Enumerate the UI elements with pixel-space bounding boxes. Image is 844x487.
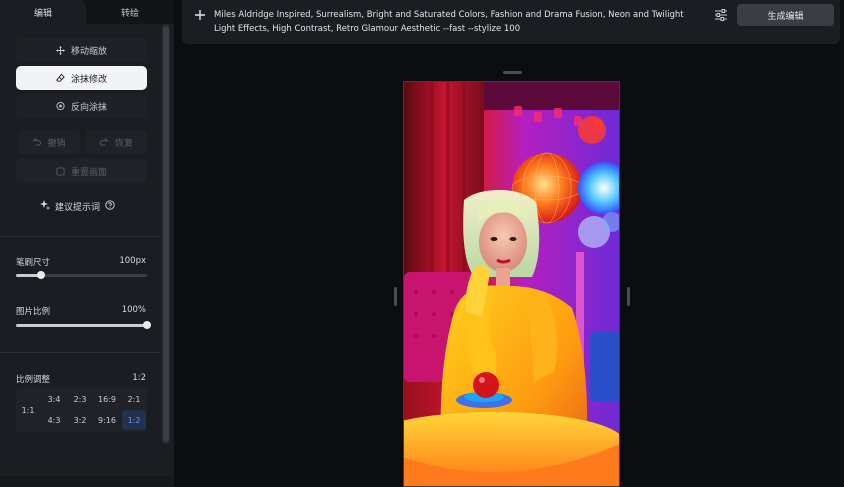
neon-portrait-image — [404, 82, 619, 486]
reverse-erase-button[interactable]: 反向涂抹 — [16, 94, 147, 118]
aspect-label: 比例调整 — [16, 375, 51, 385]
brush-size-value: 100px — [119, 256, 146, 266]
sparkle-icon — [40, 199, 50, 213]
image-ratio-handle[interactable] — [143, 321, 151, 329]
undo-button[interactable]: 撤销 — [18, 130, 80, 154]
aspect-option-selected[interactable]: 1:2 — [122, 410, 146, 430]
tab-transfer[interactable]: 转绘 — [86, 0, 174, 24]
move-zoom-button[interactable]: 移动缩放 — [16, 38, 147, 62]
move-arrows-icon — [55, 45, 65, 55]
reset-canvas-button[interactable]: 重置画面 — [16, 159, 147, 183]
aspect-option[interactable]: 3:4 — [42, 390, 66, 408]
erase-edit-button[interactable]: 涂抹修改 — [16, 66, 147, 90]
image-ratio-label: 图片比例 — [16, 307, 51, 317]
left-panel: 编辑 转绘 移动缩放 涂抹修改 反向涂抹 撤销 恢复 重置画面 建议提示词 笔刷… — [0, 0, 174, 487]
aspect-option[interactable]: 16:9 — [94, 390, 120, 408]
aspect-option[interactable]: 2:1 — [122, 390, 146, 408]
tab-bar: 编辑 转绘 — [0, 0, 174, 24]
prompt-bar: Miles Aldridge Inspired, Surrealism, Bri… — [182, 0, 840, 44]
aspect-option[interactable]: 3:2 — [68, 410, 92, 430]
redo-icon — [99, 137, 109, 147]
plus-icon[interactable] — [194, 9, 206, 21]
image-ratio-value: 100% — [121, 305, 146, 315]
reset-canvas-label: 重置画面 — [70, 167, 107, 178]
suggest-prompt-label: 建议提示词 — [55, 202, 101, 213]
generate-edit-button[interactable]: 生成编辑 — [737, 4, 834, 26]
sliders-icon[interactable] — [714, 8, 728, 22]
reset-icon — [56, 166, 65, 176]
redo-label: 恢复 — [114, 138, 133, 149]
brush-size-label: 笔刷尺寸 — [16, 258, 51, 268]
aspect-option[interactable]: 9:16 — [94, 410, 120, 430]
erase-edit-label: 涂抹修改 — [70, 74, 107, 85]
canvas-resize-handle-top[interactable] — [503, 71, 522, 74]
aspect-current-value: 1:2 — [132, 373, 146, 383]
divider — [0, 236, 160, 237]
canvas-resize-handle-right[interactable] — [627, 287, 630, 306]
bottom-strip — [0, 476, 174, 487]
image-ratio-fill — [16, 324, 147, 327]
canvas-image[interactable] — [403, 81, 620, 487]
help-circle-icon[interactable] — [105, 199, 115, 213]
suggest-prompt-button[interactable]: 建议提示词 — [40, 198, 126, 214]
aspect-ratio-grid: 1:1 3:4 2:3 16:9 2:1 4:3 3:2 9:16 1:2 — [16, 388, 147, 432]
eraser-icon — [56, 73, 65, 83]
move-zoom-label: 移动缩放 — [70, 46, 107, 57]
reverse-target-icon — [56, 101, 65, 111]
canvas-resize-handle-left[interactable] — [394, 287, 397, 306]
aspect-option[interactable]: 2:3 — [68, 390, 92, 408]
brush-size-slider[interactable] — [16, 271, 147, 279]
panel-scrollbar[interactable] — [162, 24, 170, 444]
brush-size-handle[interactable] — [36, 271, 45, 279]
aspect-option[interactable]: 1:1 — [16, 388, 40, 432]
undo-label: 撤销 — [47, 138, 66, 149]
panel-scroll-thumb[interactable] — [163, 26, 169, 442]
divider — [0, 352, 160, 353]
image-ratio-slider[interactable] — [16, 321, 151, 329]
redo-button[interactable]: 恢复 — [86, 130, 147, 154]
aspect-option[interactable]: 4:3 — [42, 410, 66, 430]
tab-edit[interactable]: 编辑 — [0, 0, 86, 24]
prompt-input[interactable]: Miles Aldridge Inspired, Surrealism, Bri… — [214, 8, 704, 36]
reverse-erase-label: 反向涂抹 — [70, 102, 107, 113]
undo-icon — [32, 137, 42, 147]
